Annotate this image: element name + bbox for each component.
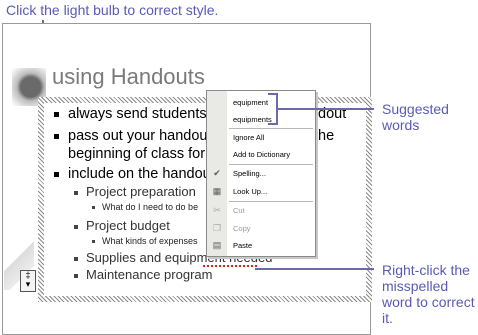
callout-right-click: Right-click the misspelled word to corre… [382,262,475,326]
suggested-pointer-line [278,108,374,110]
menu-item-paste[interactable]: Paste [233,241,252,250]
sub-sub-bullet-marker [92,240,95,243]
sub-sub-bullet-marker [92,206,95,209]
suggestion-item[interactable]: equipments [233,115,272,124]
sub-bullet-marker [74,257,78,261]
spelling-icon: ✔ [213,168,221,178]
bullet-marker [54,172,59,177]
menu-item-add-to-dictionary[interactable]: Add to Dictionary [233,150,290,159]
sub-bullet-marker [74,274,78,278]
bullet-text: pass out your handout [68,128,212,144]
menu-item-copy[interactable]: Copy [233,224,251,233]
bullet-text: include on the handou [68,166,211,182]
sub-bullet-text: Maintenance program [86,267,213,282]
menu-item-cut[interactable]: Cut [233,206,245,215]
sub-bullet-marker [74,191,78,195]
menu-item-spelling[interactable]: Spelling... [233,169,266,178]
menu-item-look-up[interactable]: Look Up... [233,187,267,196]
bullet-marker [54,134,59,139]
bullet-marker [54,112,59,117]
callout-suggested-words: Suggested words [382,101,449,133]
cut-icon: ✂ [213,205,221,215]
spelling-context-menu: equipment equipments Ignore All Add to D… [206,90,316,257]
bullet-text: always send students [68,106,207,122]
copy-icon: ❐ [212,223,222,233]
slide-title[interactable]: using Handouts [52,64,205,90]
menu-item-ignore-all[interactable]: Ignore All [233,133,264,142]
bullet-text: beginning of class for [68,146,206,162]
lookup-icon: ▦ [212,186,222,196]
suggestion-item[interactable]: equipment [233,98,268,107]
right-click-pointer-line [255,268,374,270]
suggested-bracket-bottom [268,123,278,125]
menu-separator [229,128,313,129]
paste-icon: ▤ [212,240,222,250]
menu-separator [229,201,313,202]
sub-bullet-marker [74,225,78,229]
autofit-options-icon[interactable]: ‡ ▾ [20,270,36,292]
menu-separator [229,164,313,165]
suggested-bracket-top [268,93,278,95]
callout-light-bulb: Click the light bulb to correct style. [6,2,219,18]
sub-bullet-text: Project budget [86,218,170,233]
sub-sub-bullet-text: What kinds of expenses [102,236,198,246]
sub-sub-bullet-text: What do I need to do be [102,202,199,212]
bullet-text-suffix: he [318,128,335,144]
sub-bullet-text: Project preparation [86,184,196,199]
